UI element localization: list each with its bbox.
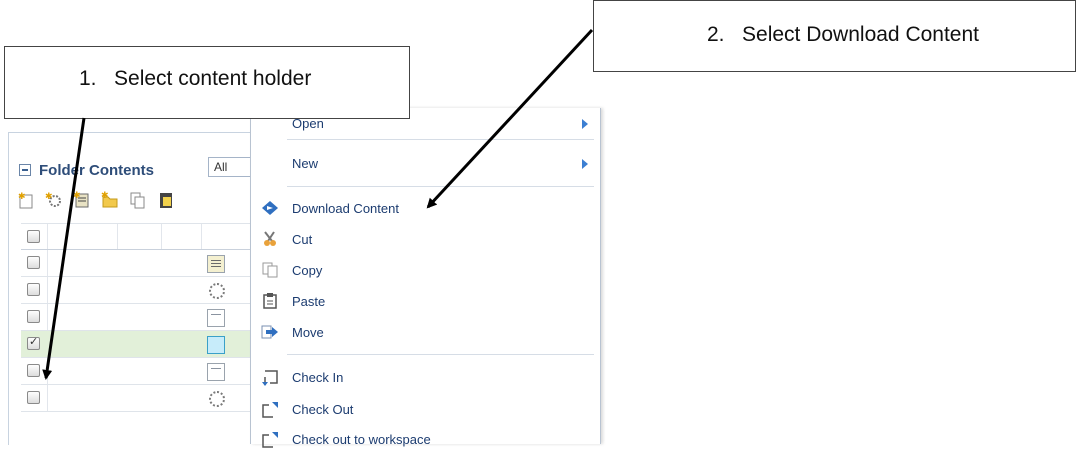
copy-icon[interactable] <box>129 191 147 209</box>
menu-item-new[interactable]: New <box>251 150 600 176</box>
callout-step-1: 1. Select content holder <box>4 46 410 119</box>
table-row[interactable] <box>21 385 257 412</box>
download-icon <box>261 200 279 216</box>
table-row[interactable] <box>21 358 257 385</box>
row-checkbox[interactable] <box>27 256 40 269</box>
menu-item-label: Check In <box>292 369 344 385</box>
svg-text:✱: ✱ <box>18 192 26 202</box>
check-out-icon <box>261 401 279 418</box>
contents-grid <box>21 223 257 412</box>
menu-separator <box>287 139 594 140</box>
context-menu: Open New Download Content Cut Copy Paste <box>250 108 601 448</box>
menu-item-label: Download Content <box>292 200 399 216</box>
row-checkbox[interactable] <box>27 391 40 404</box>
menu-item-label: Copy <box>292 262 323 278</box>
menu-item-label: Cut <box>292 231 313 247</box>
menu-item-check-in[interactable]: Check In <box>251 364 600 390</box>
row-checkbox[interactable] <box>27 283 40 296</box>
callout-step-2: 2. Select Download Content <box>593 0 1076 72</box>
table-row[interactable] <box>21 304 257 331</box>
note-icon <box>207 255 225 273</box>
check-in-icon <box>261 369 279 386</box>
folder-contents-panel: Folder Contents All ✱ ✱ ✱ ✱ <box>8 132 257 445</box>
menu-item-download-content[interactable]: Download Content <box>251 195 600 221</box>
svg-text:✱: ✱ <box>45 192 53 202</box>
select-all-checkbox[interactable] <box>27 230 40 243</box>
new-gear-icon[interactable]: ✱ <box>45 191 63 209</box>
menu-separator <box>287 186 594 187</box>
gear-icon <box>209 283 225 299</box>
menu-item-cut[interactable]: Cut <box>251 226 600 252</box>
menu-item-move[interactable]: Move <box>251 319 600 345</box>
menu-item-label: Paste <box>292 293 326 309</box>
callout-step-1-text: 1. Select content holder <box>79 67 312 90</box>
new-collection-icon[interactable]: ✱ <box>73 191 91 209</box>
document-icon <box>207 309 225 327</box>
copy-icon <box>261 262 279 278</box>
gear-icon <box>209 391 225 407</box>
content-holder-icon <box>207 336 225 354</box>
menu-item-label: New <box>292 155 319 171</box>
document-icon <box>207 363 225 381</box>
menu-separator <box>287 354 594 355</box>
filter-select[interactable]: All <box>208 157 254 177</box>
table-row-selected[interactable] <box>21 331 257 358</box>
new-item-icon[interactable]: ✱ <box>17 191 35 209</box>
svg-text:✱: ✱ <box>101 191 109 201</box>
submenu-arrow-icon <box>582 119 588 129</box>
menu-item-paste[interactable]: Paste <box>251 288 600 314</box>
menu-item-label: Check Out <box>292 401 354 417</box>
grid-header-row <box>21 223 257 250</box>
toolbar: ✱ ✱ ✱ ✱ <box>17 191 175 215</box>
panel-title: Folder Contents <box>39 161 154 179</box>
menu-item-check-out-to-workspace[interactable]: Check out to workspace <box>251 426 600 452</box>
table-row[interactable] <box>21 250 257 277</box>
menu-item-label: Check out to workspace <box>292 431 431 447</box>
svg-text:✱: ✱ <box>73 191 81 201</box>
paste-icon <box>261 293 279 309</box>
menu-item-copy[interactable]: Copy <box>251 257 600 283</box>
move-icon <box>261 324 279 340</box>
row-checkbox[interactable] <box>27 310 40 323</box>
callout-step-2-text: 2. Select Download Content <box>707 23 979 46</box>
table-row[interactable] <box>21 277 257 304</box>
panel-header: Folder Contents <box>19 159 154 181</box>
new-folder-icon[interactable]: ✱ <box>101 191 119 209</box>
menu-item-label: Move <box>292 324 324 340</box>
scissors-icon <box>261 231 279 247</box>
paste-icon[interactable] <box>157 191 175 209</box>
submenu-arrow-icon <box>582 159 588 169</box>
row-checkbox[interactable] <box>27 364 40 377</box>
menu-item-check-out[interactable]: Check Out <box>251 396 600 422</box>
check-out-workspace-icon <box>261 431 279 448</box>
collapse-icon[interactable] <box>19 164 31 176</box>
row-checkbox-checked[interactable] <box>27 335 40 350</box>
